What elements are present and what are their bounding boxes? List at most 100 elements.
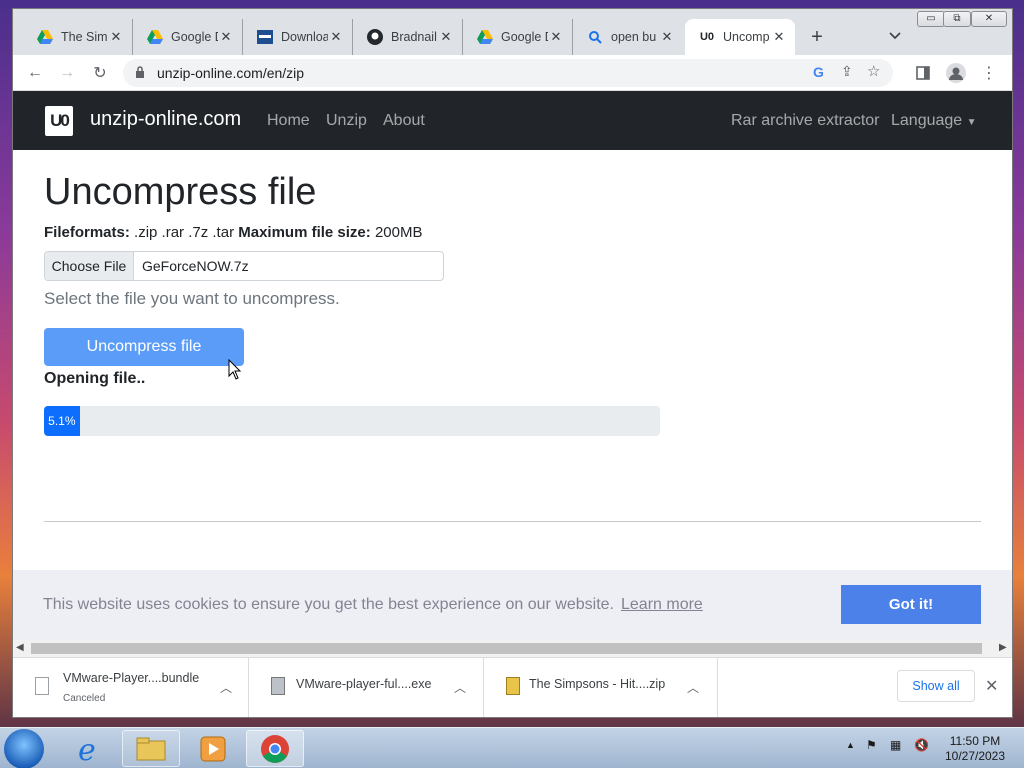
download-item-3[interactable]: The Simpsons - Hit....zip ︿ — [484, 658, 718, 717]
file-icon — [35, 677, 49, 695]
tab-title: open bu — [611, 30, 657, 44]
windows-taskbar: e ▲ ⚑ ▦ 🔇 11:50 PM 10/27/2023 — [0, 727, 1024, 768]
file-explorer-icon[interactable] — [122, 730, 180, 767]
clock-date: 10/27/2023 — [944, 749, 1006, 763]
close-tab-icon[interactable]: ✕ — [218, 29, 234, 45]
volume-muted-icon[interactable]: 🔇 — [914, 738, 929, 752]
choose-file-button[interactable]: Choose File — [45, 252, 134, 280]
google-drive-icon — [147, 29, 163, 45]
nav-link-about[interactable]: About — [383, 112, 425, 130]
site-brand[interactable]: unzip-online.com — [90, 108, 241, 131]
show-all-downloads-button[interactable]: Show all — [897, 670, 975, 702]
status-text: Opening file.. — [44, 370, 146, 387]
tab-title: Google D — [171, 30, 218, 44]
tab-title: The Simp — [61, 30, 108, 44]
download-name: VMware-Player....bundle — [63, 671, 200, 685]
tab-title: Google D — [501, 30, 548, 44]
scrollbar-thumb[interactable] — [31, 643, 982, 654]
close-tab-icon[interactable]: ✕ — [771, 29, 787, 45]
tab-3[interactable]: Downloa ✕ — [243, 19, 353, 55]
address-bar[interactable]: unzip-online.com/en/zip G ⇪ ☆ — [123, 59, 893, 87]
tab-7-active[interactable]: U0 Uncomp ✕ — [685, 19, 795, 55]
language-label: Language — [891, 112, 963, 129]
horizontal-scrollbar[interactable]: ◀ ▶ — [13, 640, 1012, 657]
forward-arrow-icon[interactable]: → — [57, 63, 77, 83]
close-shelf-icon[interactable]: ✕ — [985, 676, 998, 696]
close-tab-icon[interactable]: ✕ — [438, 29, 454, 45]
share-icon[interactable]: ⇪ — [841, 63, 853, 80]
back-arrow-icon[interactable]: ← — [25, 63, 45, 83]
reload-icon[interactable]: ↻ — [90, 63, 110, 83]
formats-label: Fileformats: — [44, 224, 130, 241]
tab-title: Uncomp — [723, 30, 770, 44]
internet-explorer-icon[interactable]: e — [60, 730, 118, 767]
download-item-1[interactable]: VMware-Player....bundle Canceled ︿ — [13, 658, 249, 717]
media-player-icon[interactable] — [184, 730, 242, 767]
page-title: Uncompress file — [44, 171, 317, 213]
language-dropdown[interactable]: Language ▼ — [891, 112, 977, 130]
chevron-up-icon[interactable]: ︿ — [220, 679, 232, 696]
google-drive-icon — [477, 29, 493, 45]
google-translate-icon[interactable]: G — [813, 64, 824, 80]
lock-icon — [135, 66, 145, 84]
nav-link-rar-extractor[interactable]: Rar archive extractor — [731, 112, 880, 130]
maximize-button[interactable]: ⧉ — [943, 11, 971, 27]
download-status: Canceled — [63, 693, 106, 704]
search-icon — [587, 29, 603, 45]
new-tab-plus-icon[interactable]: + — [807, 27, 827, 47]
scroll-left-icon[interactable]: ◀ — [16, 642, 24, 653]
action-center-flag-icon[interactable]: ⚑ — [866, 738, 877, 752]
progress-fill: 5.1% — [44, 406, 80, 436]
system-clock[interactable]: 11:50 PM 10/27/2023 — [940, 734, 1010, 764]
chevron-up-icon[interactable]: ︿ — [687, 679, 699, 696]
tray-expand-icon[interactable]: ▲ — [846, 740, 855, 750]
tab-2[interactable]: Google D ✕ — [133, 19, 243, 55]
max-size-value: 200MB — [374, 224, 423, 241]
browser-window: The Simp ✕ Google D ✕ Downloa ✕ Bradnail… — [12, 8, 1013, 718]
max-size-label: Maximum file size: — [238, 224, 371, 241]
chrome-taskbar-icon[interactable] — [246, 730, 304, 767]
network-icon[interactable]: ▦ — [890, 738, 901, 752]
tab-title: Downloa — [281, 30, 328, 44]
download-item-2[interactable]: VMware-player-ful....exe ︿ — [249, 658, 484, 717]
tab-5[interactable]: Google D ✕ — [463, 19, 573, 55]
mouse-cursor-icon — [228, 359, 242, 380]
file-input[interactable]: Choose File GeForceNOW.7z — [44, 251, 444, 281]
page-viewport: U0 unzip-online.com Home Unzip About Rar… — [13, 91, 1012, 640]
close-tab-icon[interactable]: ✕ — [328, 29, 344, 45]
close-tab-icon[interactable]: ✕ — [548, 29, 564, 45]
download-shelf: VMware-Player....bundle Canceled ︿ VMwar… — [13, 657, 1012, 717]
nav-link-home[interactable]: Home — [267, 112, 310, 130]
file-format-info: Fileformats: .zip .rar .7z .tar Maximum … — [44, 224, 422, 241]
clock-time: 11:50 PM — [949, 734, 1001, 748]
menu-kebab-icon[interactable]: ⋮ — [979, 63, 999, 83]
tab-1[interactable]: The Simp ✕ — [23, 19, 133, 55]
chevron-up-icon[interactable]: ︿ — [454, 679, 466, 696]
tab-title: Bradnail — [391, 30, 437, 44]
site-logo[interactable]: U0 — [45, 106, 73, 136]
cookie-accept-button[interactable]: Got it! — [841, 585, 981, 624]
close-tab-icon[interactable]: ✕ — [108, 29, 124, 45]
close-tab-icon[interactable]: ✕ — [659, 29, 675, 45]
close-window-button[interactable]: ✕ — [971, 11, 1007, 27]
vmware-icon — [257, 29, 273, 45]
zip-archive-icon — [506, 677, 520, 695]
profile-avatar-icon[interactable] — [946, 63, 966, 83]
caret-down-icon: ▼ — [966, 117, 977, 128]
bookmark-star-icon[interactable]: ☆ — [867, 62, 880, 80]
tab-4[interactable]: Bradnail ✕ — [353, 19, 463, 55]
uncompress-button[interactable]: Uncompress file — [44, 328, 244, 366]
learn-more-link[interactable]: Learn more — [621, 596, 703, 614]
minimize-button[interactable]: ▭ — [917, 11, 945, 27]
tab-search-chevron-icon[interactable] — [887, 27, 903, 43]
start-button-icon[interactable] — [4, 729, 44, 768]
download-name: The Simpsons - Hit....zip — [529, 677, 666, 691]
scroll-right-icon[interactable]: ▶ — [999, 642, 1007, 653]
divider — [44, 521, 981, 522]
side-panel-icon[interactable] — [913, 63, 933, 83]
tab-6[interactable]: open bu ✕ — [573, 19, 683, 55]
nav-link-unzip[interactable]: Unzip — [326, 112, 367, 130]
file-help-text: Select the file you want to uncompress. — [44, 289, 340, 308]
google-drive-icon — [37, 29, 53, 45]
browser-toolbar: ← → ↻ unzip-online.com/en/zip G ⇪ ☆ ⋮ — [13, 55, 1012, 91]
